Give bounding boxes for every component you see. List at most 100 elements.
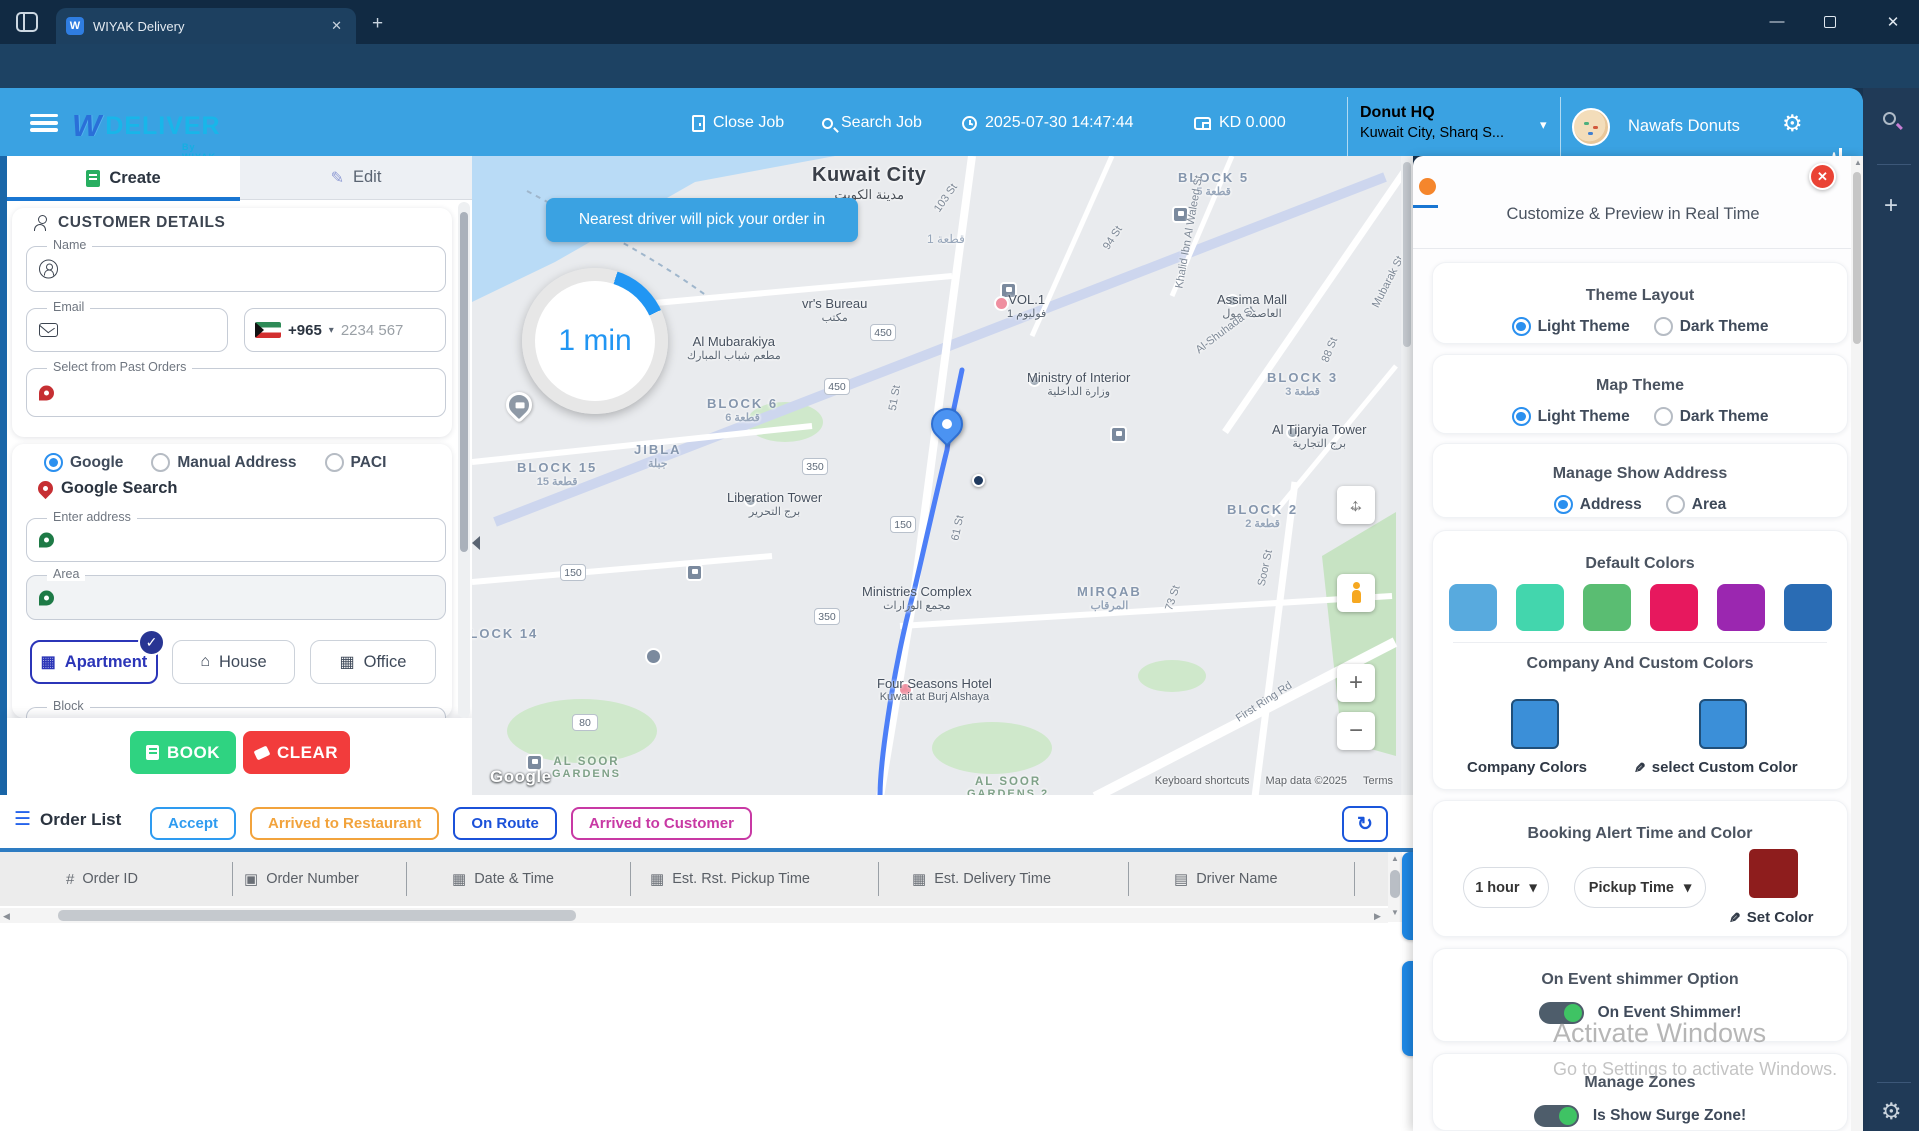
settings-gear-icon[interactable]: ⚙	[1782, 110, 1803, 137]
email-field[interactable]: Email	[26, 308, 228, 352]
name-field[interactable]: Name	[26, 246, 446, 292]
table-column-header[interactable]: ▣ Order Number	[244, 852, 359, 906]
color-swatch[interactable]	[1449, 584, 1497, 631]
area-field[interactable]: Area	[26, 575, 446, 620]
status-filter-button[interactable]: Arrived to Customer	[571, 807, 752, 840]
theme-tab-icon[interactable]	[1419, 178, 1436, 195]
window-minimize-button[interactable]: —	[1767, 13, 1787, 30]
order-list-refresh-button[interactable]: ↻	[1342, 806, 1388, 842]
color-swatch[interactable]	[1717, 584, 1765, 631]
select-custom-color-button[interactable]: ✎select Custom Color	[1633, 759, 1798, 776]
table-vscroll-thumb[interactable]	[1390, 870, 1400, 898]
new-tab-button[interactable]: +	[372, 13, 383, 35]
radio-manual-address[interactable]: Manual Address	[151, 453, 296, 472]
radio-map-dark-theme[interactable]: Dark Theme	[1654, 407, 1769, 426]
tab-edit[interactable]: ✎ Edit	[240, 156, 472, 200]
radio-icon[interactable]	[1654, 317, 1673, 336]
alert-time-select[interactable]: 1 hour▾	[1463, 867, 1549, 908]
kuwait-flag-icon[interactable]	[255, 322, 281, 338]
radio-map-light-theme[interactable]: Light Theme	[1512, 407, 1630, 426]
panel-scrollbar-thumb[interactable]	[1853, 172, 1861, 344]
set-color-button[interactable]: ✎Set Color	[1728, 909, 1813, 926]
map-pan-control[interactable]	[1337, 486, 1375, 524]
surge-zone-toggle[interactable]	[1534, 1105, 1579, 1127]
window-maximize-button[interactable]	[1824, 16, 1836, 28]
color-swatch[interactable]	[1650, 584, 1698, 631]
table-column-header[interactable]: # Order ID	[66, 852, 138, 906]
content-scrollbar[interactable]	[1401, 156, 1413, 795]
column-icon: ▦	[452, 870, 466, 888]
scroll-right-arrow[interactable]: ▶	[1374, 911, 1381, 922]
keyboard-shortcuts-link[interactable]: Keyboard shortcuts	[1155, 775, 1250, 787]
browser-tab[interactable]: W WIYAK Delivery ✕	[56, 8, 356, 44]
window-close-button[interactable]: ✕	[1883, 13, 1903, 31]
color-swatch[interactable]	[1583, 584, 1631, 631]
panel-close-button[interactable]: ✕	[1809, 163, 1836, 190]
alert-type-select[interactable]: Pickup Time▾	[1574, 867, 1706, 908]
chevron-down-icon[interactable]: ▾	[1540, 117, 1547, 133]
radio-paci[interactable]: PACI	[325, 453, 387, 472]
tab-create[interactable]: Create	[7, 156, 240, 200]
radio-icon[interactable]	[1666, 495, 1685, 514]
table-column-header[interactable]: ▦ Date & Time	[452, 852, 554, 906]
radio-icon[interactable]	[1512, 317, 1531, 336]
radio-icon[interactable]	[1512, 407, 1531, 426]
alert-color-swatch[interactable]	[1749, 849, 1798, 898]
tab-close-icon[interactable]: ✕	[327, 16, 346, 36]
enter-address-field[interactable]: Enter address	[26, 518, 446, 562]
merchant-avatar[interactable]	[1572, 108, 1610, 146]
table-hscroll-thumb[interactable]	[58, 910, 576, 921]
scroll-left-arrow[interactable]: ◀	[3, 911, 10, 922]
close-job-button[interactable]: Close Job	[692, 114, 784, 132]
status-filter-button[interactable]: Accept	[150, 807, 236, 840]
workspace-icon[interactable]	[16, 12, 38, 32]
status-filter-button[interactable]: Arrived to Restaurant	[250, 807, 439, 840]
color-swatch[interactable]	[1784, 584, 1832, 631]
sidebar-settings-icon[interactable]: ⚙	[1881, 1098, 1902, 1125]
status-filter-button[interactable]: On Route	[453, 807, 557, 840]
panel-resize-handle[interactable]	[472, 536, 480, 550]
radio-icon[interactable]	[1654, 407, 1673, 426]
table-column-header[interactable]: ▤ Driver Name	[1174, 852, 1278, 906]
road-shield: 150	[890, 516, 916, 533]
map[interactable]: 45045035015035015080 Kuwait City مدينة ا…	[472, 156, 1401, 795]
phone-field[interactable]: +965 ▾ 2234 567	[244, 308, 446, 352]
sidebar-search-icon[interactable]	[1883, 112, 1896, 125]
menu-hamburger-icon[interactable]	[30, 114, 58, 132]
radio-google[interactable]: Google	[44, 453, 123, 472]
table-column-header[interactable]: ▦ Est. Delivery Time	[912, 852, 1051, 906]
map-zoom-in-button[interactable]: +	[1337, 664, 1375, 702]
radio-icon[interactable]	[151, 453, 170, 472]
phone-country-code[interactable]: +965	[288, 322, 322, 339]
sidebar-add-icon[interactable]: +	[1884, 192, 1898, 220]
scroll-up-arrow[interactable]: ▲	[1391, 854, 1399, 863]
radio-address[interactable]: Address	[1554, 495, 1642, 514]
clear-button[interactable]: CLEAR	[243, 731, 350, 774]
radio-light-theme[interactable]: Light Theme	[1512, 317, 1630, 336]
map-zoom-out-button[interactable]: −	[1337, 712, 1375, 750]
past-orders-field[interactable]: Select from Past Orders	[26, 368, 446, 417]
custom-color-swatch[interactable]	[1699, 699, 1747, 749]
search-job-button[interactable]: Search Job	[822, 114, 922, 132]
panel-scrollbar-thumb[interactable]	[460, 212, 468, 552]
radio-icon[interactable]	[44, 453, 63, 472]
content-scrollbar-thumb[interactable]	[1403, 162, 1411, 347]
branch-selector[interactable]: Donut HQ Kuwait City, Sharq S...	[1347, 97, 1561, 156]
table-column-header[interactable]: ▦ Est. Rst. Pickup Time	[650, 852, 810, 906]
chevron-down-icon[interactable]: ▾	[329, 325, 334, 336]
scroll-down-arrow[interactable]: ▼	[1391, 908, 1399, 917]
radio-dark-theme[interactable]: Dark Theme	[1654, 317, 1769, 336]
type-house-button[interactable]: ⌂ House	[172, 640, 295, 684]
header-balance[interactable]: KD 0.000	[1194, 114, 1286, 132]
shimmer-toggle[interactable]	[1539, 1002, 1584, 1024]
color-swatch[interactable]	[1516, 584, 1564, 631]
book-button[interactable]: BOOK	[130, 731, 236, 774]
radio-area[interactable]: Area	[1666, 495, 1726, 514]
street-view-pegman[interactable]	[1337, 574, 1375, 612]
scroll-up-arrow[interactable]: ▲	[1854, 158, 1862, 167]
type-office-button[interactable]: ▦ Office	[310, 640, 436, 684]
terms-link[interactable]: Terms	[1363, 775, 1393, 787]
radio-icon[interactable]	[325, 453, 344, 472]
radio-icon[interactable]	[1554, 495, 1573, 514]
company-color-swatch[interactable]	[1511, 699, 1559, 749]
